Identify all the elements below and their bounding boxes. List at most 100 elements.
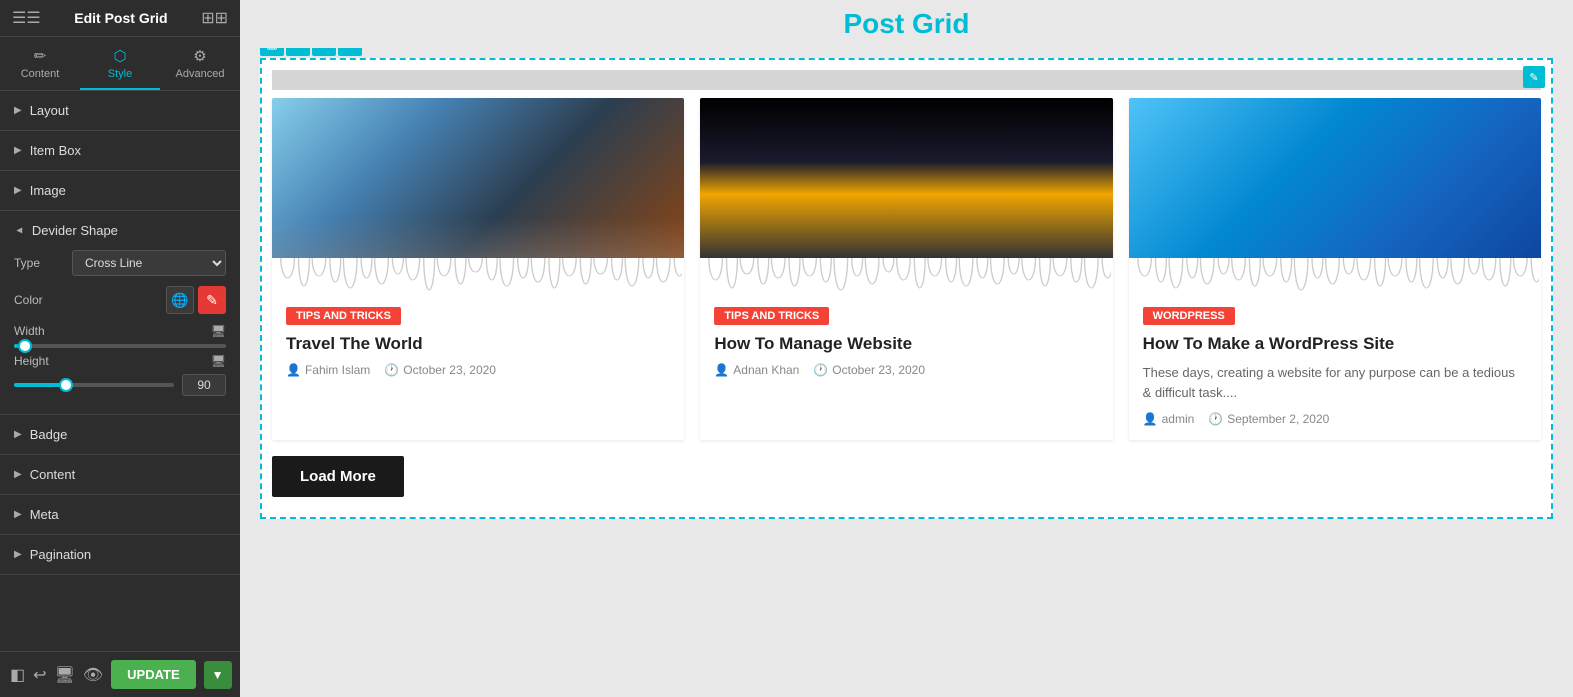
- devider-shape-label: Devider Shape: [32, 223, 118, 238]
- post-author-3: 👤 admin: [1143, 412, 1195, 426]
- sidebar-tabs: ✏ Content ⬡ Style ⚙ Advanced: [0, 37, 240, 91]
- author-icon-1: 👤: [286, 363, 301, 377]
- color-globe-btn[interactable]: 🌐: [166, 286, 194, 314]
- style-tab-icon: ⬡: [113, 47, 126, 65]
- undo-icon[interactable]: ↩: [33, 665, 46, 685]
- color-controls: 🌐 ✎: [166, 286, 226, 314]
- section-item-box-header[interactable]: ▶ Item Box: [0, 131, 240, 170]
- main-top-bar: Post Grid: [240, 0, 1573, 48]
- section-layout-header[interactable]: ▶ Layout: [0, 91, 240, 130]
- post-grid: Tips And Tricks Travel The World 👤 Fahim…: [272, 98, 1541, 440]
- post-badge-3: WordPress: [1143, 307, 1235, 325]
- width-label-row: Width 🖥: [14, 324, 226, 338]
- height-slider-input[interactable]: [182, 374, 226, 396]
- update-button[interactable]: UPDATE: [111, 660, 195, 689]
- post-meta-1: 👤 Fahim Islam 🕐 October 23, 2020: [286, 363, 670, 377]
- post-image-3: [1129, 98, 1541, 258]
- section-badge: ▶ Badge: [0, 415, 240, 455]
- height-slider-fill: [14, 383, 62, 387]
- color-label: Color: [14, 293, 64, 307]
- advanced-tab-label: Advanced: [176, 68, 225, 80]
- sidebar-header: ☰ Edit Post Grid ⊞: [0, 0, 240, 37]
- tab-advanced[interactable]: ⚙ Advanced: [160, 37, 240, 90]
- layout-arrow: ▶: [14, 105, 22, 116]
- post-card-body-3: WordPress How To Make a WordPress Site T…: [1129, 294, 1541, 440]
- post-excerpt-3: These days, creating a website for any p…: [1143, 363, 1527, 402]
- date-value-1: October 23, 2020: [403, 363, 496, 377]
- author-icon-2: 👤: [714, 363, 729, 377]
- width-slider-thumb[interactable]: [18, 339, 32, 353]
- width-slider-track[interactable]: [14, 344, 226, 348]
- tab-content[interactable]: ✏ Content: [0, 37, 80, 90]
- post-title-3: How To Make a WordPress Site: [1143, 333, 1527, 355]
- widget-toggle-btn[interactable]: ▦: [260, 48, 284, 56]
- post-card-body-1: Tips And Tricks Travel The World 👤 Fahim…: [272, 294, 684, 391]
- widget-toolbar: ▦ + ✛ ✕: [260, 48, 362, 56]
- style-tab-label: Style: [108, 68, 132, 80]
- height-label: Height: [14, 354, 205, 368]
- content-tab-icon: ✏: [34, 47, 47, 65]
- height-slider-thumb[interactable]: [59, 378, 73, 392]
- date-icon-1: 🕐: [384, 363, 399, 377]
- section-layout: ▶ Layout: [0, 91, 240, 131]
- load-more-button[interactable]: Load More: [272, 456, 404, 497]
- widget-edit-icon[interactable]: ✎: [1523, 66, 1545, 88]
- update-arrow-button[interactable]: ▼: [204, 661, 232, 689]
- widget-add-btn[interactable]: +: [286, 48, 310, 56]
- height-label-row: Height 🖥: [14, 354, 226, 368]
- drip-effect-3: [1129, 258, 1541, 294]
- date-value-2: October 23, 2020: [832, 363, 925, 377]
- height-field-row: Height 🖥: [14, 354, 226, 396]
- tab-style[interactable]: ⬡ Style: [80, 37, 160, 90]
- desktop-icon[interactable]: 🖥: [55, 665, 75, 685]
- post-date-2: 🕐 October 23, 2020: [813, 363, 925, 377]
- type-select[interactable]: Cross Line Wave Arrow None: [72, 250, 226, 276]
- height-slider-row: [14, 374, 226, 396]
- author-icon-3: 👤: [1143, 412, 1158, 426]
- grid-header-bar: [272, 70, 1541, 90]
- post-card-1: Tips And Tricks Travel The World 👤 Fahim…: [272, 98, 684, 440]
- hamburger-icon[interactable]: ☰: [12, 8, 41, 28]
- drip-effect-2: [700, 258, 1112, 294]
- height-slider-track[interactable]: [14, 383, 174, 387]
- image-arrow: ▶: [14, 185, 22, 196]
- widget-close-btn[interactable]: ✕: [338, 48, 362, 56]
- section-image: ▶ Image: [0, 171, 240, 211]
- date-icon-3: 🕐: [1208, 412, 1223, 426]
- content-tab-label: Content: [21, 68, 60, 80]
- item-box-arrow: ▶: [14, 145, 22, 156]
- drip-effect-1: [272, 258, 684, 294]
- layers-icon[interactable]: ◧: [10, 665, 25, 685]
- main-content: Post Grid ▦ + ✛ ✕ ✎: [240, 0, 1573, 697]
- section-image-header[interactable]: ▶ Image: [0, 171, 240, 210]
- section-devider-shape: ▼ Devider Shape Type Cross Line Wave Arr…: [0, 211, 240, 415]
- item-box-label: Item Box: [30, 143, 81, 158]
- width-field-row: Width 🖥: [14, 324, 226, 348]
- post-date-3: 🕐 September 2, 2020: [1208, 412, 1329, 426]
- section-pagination-header[interactable]: ▶ Pagination: [0, 535, 240, 574]
- author-name-3: admin: [1162, 412, 1195, 426]
- color-red-btn[interactable]: ✎: [198, 286, 226, 314]
- post-meta-3: 👤 admin 🕐 September 2, 2020: [1143, 412, 1527, 426]
- widget-wrapper: ▦ + ✛ ✕ ✎: [260, 58, 1553, 519]
- grid-icon[interactable]: ⊞: [201, 8, 228, 28]
- widget-container: ✎: [260, 58, 1553, 519]
- width-monitor-icon: 🖥: [211, 324, 226, 338]
- devider-shape-content: Type Cross Line Wave Arrow None Color 🌐 …: [0, 250, 240, 414]
- pagination-arrow: ▶: [14, 549, 22, 560]
- post-badge-2: Tips And Tricks: [714, 307, 829, 325]
- eye-icon[interactable]: 👁: [83, 665, 103, 685]
- widget-move-btn[interactable]: ✛: [312, 48, 336, 56]
- post-card-3: WordPress How To Make a WordPress Site T…: [1129, 98, 1541, 440]
- width-label: Width: [14, 324, 205, 338]
- layout-label: Layout: [30, 103, 69, 118]
- section-badge-header[interactable]: ▶ Badge: [0, 415, 240, 454]
- section-content-header[interactable]: ▶ Content: [0, 455, 240, 494]
- post-author-1: 👤 Fahim Islam: [286, 363, 370, 377]
- section-meta-header[interactable]: ▶ Meta: [0, 495, 240, 534]
- section-devider-shape-header[interactable]: ▼ Devider Shape: [0, 211, 240, 250]
- height-monitor-icon: 🖥: [211, 354, 226, 368]
- section-item-box: ▶ Item Box: [0, 131, 240, 171]
- post-image-2: [700, 98, 1112, 258]
- date-value-3: September 2, 2020: [1227, 412, 1329, 426]
